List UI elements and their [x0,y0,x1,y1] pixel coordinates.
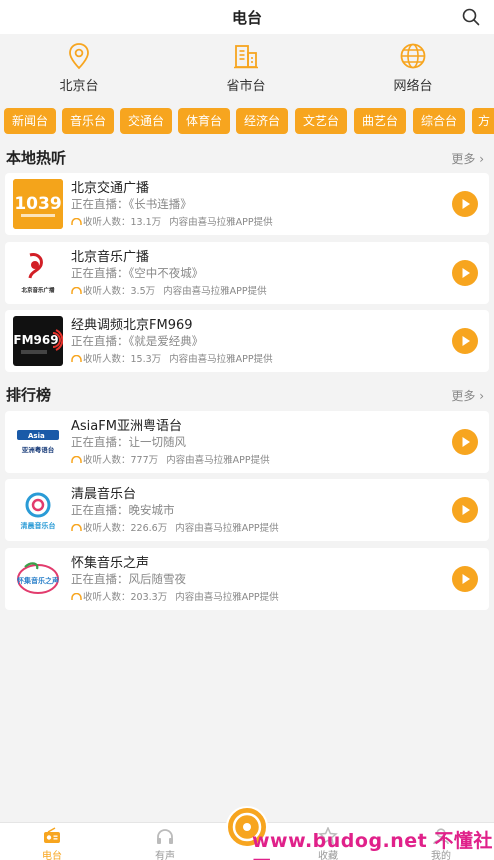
now-playing: 正在直播：让一切随风 [71,435,186,449]
tab-label: 电台 [42,851,62,860]
play-button[interactable] [452,429,478,455]
radio-icon [44,827,60,843]
station-logo: 清晨音乐台 [13,485,63,535]
more-link[interactable]: 更多 › [451,150,484,167]
category-beijing[interactable]: 北京台 [19,42,139,94]
category-label: 北京台 [59,79,99,94]
category-label: 网络台 [393,79,433,94]
station-name: 经典调频北京FM969 [71,318,193,333]
headphones-icon [157,829,173,844]
top-bar: 电台 [0,0,494,34]
station-meta: 收听人数：15.3万 内容由喜马拉雅APP提供 [71,351,273,365]
station-name: 怀集音乐之声 [71,556,150,571]
play-button[interactable] [452,260,478,286]
station-logo: FM969 [13,316,63,366]
station-card[interactable]: 北京音乐广播 北京音乐广播 正在直播：《空中不夜城》 收听人数：3.5万 内容由喜… [5,242,489,304]
station-card[interactable]: FM969 经典调频北京FM969 正在直播：《就是爱经典》 收听人数：15.3… [5,310,489,372]
logo-text: 1039 [14,194,61,214]
now-playing: 正在直播：《长书连播》 [71,197,192,211]
page-title: 电台 [231,9,262,27]
play-icon [462,437,470,447]
play-button[interactable] [452,497,478,523]
logo-text: 怀集音乐之声 [16,576,59,585]
play-icon [462,505,470,515]
play-icon [462,199,470,209]
genre-chips: 新闻台 音乐台 交通台 体育台 经济台 文艺台 曲艺台 综合台 方 [0,108,494,134]
station-meta: 收听人数：226.6万 内容由喜马拉雅APP提供 [71,520,279,534]
chip-opera[interactable]: 曲艺台 [354,108,406,134]
ranking-header: 排行榜 更多 › [0,379,494,409]
station-logo: 怀集音乐之声 [13,554,63,604]
logo-text: 清晨音乐台 [21,521,56,530]
globe-icon [400,43,426,69]
station-meta: 收听人数：203.3万 内容由喜马拉雅APP提供 [71,589,279,603]
station-logo: 1039 [13,179,63,229]
station-name: 清晨音乐台 [71,487,137,502]
tab-label: 有声 [155,851,175,860]
station-logo: Asia 亚洲粤语台 [13,417,63,467]
station-logo: 北京音乐广播 [13,248,63,298]
headphones-icon [71,593,82,600]
now-playing: 正在直播：《就是爱经典》 [71,334,204,348]
now-playing: 正在直播：晚安城市 [71,503,175,517]
section-title: 排行榜 [6,386,52,404]
tab-radio[interactable]: 电台 [22,827,82,860]
station-name: 北京交通广播 [71,181,150,196]
category-label: 省市台 [226,79,266,94]
play-icon [462,574,470,584]
logo-text: 亚洲粤语台 [22,445,55,454]
location-pin-icon [69,43,89,70]
tab-audio[interactable]: 有声 [135,827,195,860]
station-card[interactable]: 1039 北京交通广播 正在直播：《长书连播》 收听人数：13.1万 内容由喜马拉… [5,173,489,235]
headphones-icon [71,355,82,362]
headphones-icon [71,524,82,531]
logo-text: FM969 [13,333,58,347]
now-playing: 正在直播：风后随雪夜 [71,572,186,586]
chip-music[interactable]: 音乐台 [62,108,114,134]
section-title: 本地热听 [6,149,67,167]
search-icon[interactable] [462,8,480,26]
chip-traffic[interactable]: 交通台 [120,108,172,134]
logo-text: 北京音乐广播 [21,286,55,294]
now-playing: 正在直播：《空中不夜城》 [71,266,204,280]
local-hot-header: 本地热听 更多 › [0,142,494,172]
chip-arts[interactable]: 文艺台 [295,108,347,134]
play-button[interactable] [452,328,478,354]
category-shortcuts: 北京台 省市台 网络台 [0,34,494,98]
station-card[interactable]: 怀集音乐之声 怀集音乐之声 正在直播：风后随雪夜 收听人数：203.3万 内容由喜… [5,548,489,610]
headphones-icon [71,287,82,294]
svg-text:Asia: Asia [28,432,45,440]
building-icon [234,45,258,69]
chip-news[interactable]: 新闻台 [4,108,56,134]
station-meta: 收听人数：777万 内容由喜马拉雅APP提供 [71,452,270,466]
headphones-icon [71,456,82,463]
play-button[interactable] [452,191,478,217]
chip-more[interactable]: 方 [472,108,494,134]
category-province[interactable]: 省市台 [186,42,306,94]
chip-sports[interactable]: 体育台 [178,108,230,134]
play-button[interactable] [452,566,478,592]
chip-general[interactable]: 综合台 [413,108,465,134]
category-internet[interactable]: 网络台 [353,42,473,94]
watermark: www.budog.net 不懂社区 [252,830,493,860]
chip-economy[interactable]: 经济台 [236,108,288,134]
station-name: AsiaFM亚洲粤语台 [71,419,182,434]
station-meta: 收听人数：3.5万 内容由喜马拉雅APP提供 [71,283,267,297]
play-icon [462,336,470,346]
station-meta: 收听人数：13.1万 内容由喜马拉雅APP提供 [71,214,273,228]
station-card[interactable]: Asia 亚洲粤语台 AsiaFM亚洲粤语台 正在直播：让一切随风 收听人数：7… [5,411,489,473]
headphones-icon [71,218,82,225]
more-link[interactable]: 更多 › [451,387,484,404]
play-icon [462,268,470,278]
station-name: 北京音乐广播 [71,250,150,265]
station-card[interactable]: 清晨音乐台 清晨音乐台 正在直播：晚安城市 收听人数：226.6万 内容由喜马拉雅… [5,479,489,541]
